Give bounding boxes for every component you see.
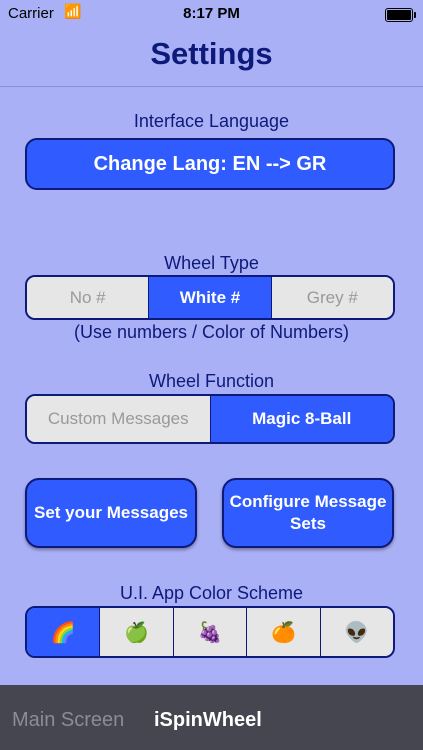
battery-icon (385, 8, 416, 22)
wheel-function-option-0[interactable]: Custom Messages (27, 396, 211, 442)
battery-level (387, 10, 411, 20)
tab-main-screen[interactable]: Main Screen (12, 709, 124, 732)
interface-language-label: Interface Language (133, 111, 290, 131)
wheel-type-segmented-control[interactable]: No # White # Grey # (25, 275, 395, 320)
status-bar: Carrier 📶 8:17 PM (0, 0, 423, 28)
color-scheme-segmented-control[interactable]: 🌈 🍏 🍇 🍊 👽 (25, 606, 395, 658)
color-scheme-option-1[interactable]: 🍏 (100, 608, 174, 656)
wheel-type-hint: (Use numbers / Color of Numbers) (73, 322, 350, 342)
tab-ispinwheel[interactable]: iSpinWheel (154, 709, 262, 732)
navigation-bar: Settings (0, 28, 423, 87)
wheel-type-label: Wheel Type (164, 253, 259, 273)
wheel-type-option-1[interactable]: White # (149, 277, 272, 318)
color-scheme-option-4[interactable]: 👽 (320, 608, 393, 656)
wheel-function-segmented-control[interactable]: Custom Messages Magic 8-Ball (25, 394, 395, 444)
change-language-button[interactable]: Change Lang: EN --> GR (25, 138, 395, 190)
tab-bar: Main Screen iSpinWheel (0, 685, 423, 750)
clock: 8:17 PM (183, 5, 240, 22)
wheel-function-option-1[interactable]: Magic 8-Ball (210, 396, 393, 442)
wheel-type-option-2[interactable]: Grey # (271, 277, 393, 318)
wheel-function-label: Wheel Function (148, 371, 275, 391)
color-scheme-option-2[interactable]: 🍇 (173, 608, 248, 656)
color-scheme-option-3[interactable]: 🍊 (247, 608, 321, 656)
color-scheme-option-0[interactable]: 🌈 (27, 608, 101, 656)
color-scheme-label: U.I. App Color Scheme (119, 583, 304, 603)
configure-message-sets-button[interactable]: Configure Message Sets (222, 478, 394, 548)
page-title: Settings (150, 36, 273, 71)
set-messages-button[interactable]: Set your Messages (25, 478, 197, 548)
wheel-type-option-0[interactable]: No # (27, 277, 150, 318)
